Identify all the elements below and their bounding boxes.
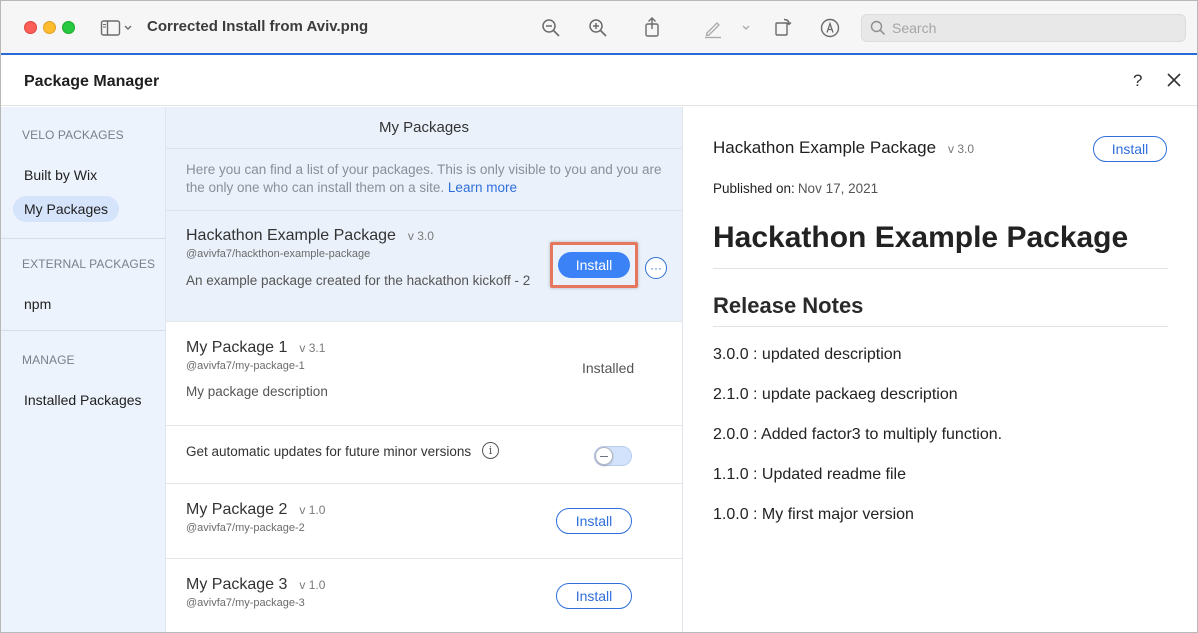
share-icon[interactable] [642, 16, 662, 38]
learn-more-link[interactable]: Learn more [448, 180, 517, 195]
published-info: Published on: Nov 17, 2021 [713, 181, 878, 196]
detail-install-button[interactable]: Install [1093, 136, 1167, 162]
package-list-intro: Here you can find a list of your package… [166, 149, 682, 211]
detail-package-name: Hackathon Example Package v 3.0 [713, 138, 974, 158]
install-button[interactable]: Install [556, 583, 632, 609]
release-note: 3.0.0 : updated description [713, 346, 902, 363]
release-notes-heading: Release Notes [713, 293, 864, 318]
package-version: v 3.0 [407, 229, 434, 243]
toggle-knob [595, 447, 613, 465]
release-note: 2.0.0 : Added factor3 to multiply functi… [713, 426, 1003, 443]
package-name-text: My Package 2 [186, 501, 288, 518]
markup-pen-icon[interactable] [702, 17, 724, 39]
rotate-icon[interactable] [772, 16, 794, 38]
package-row-my-package-3[interactable]: My Package 3v 1.0 @avivfa7/my-package-3 … [166, 559, 682, 632]
package-name-text: My Package 1 [186, 339, 288, 356]
window-toolbar: Corrected Install from Aviv.png Search [1, 1, 1197, 55]
release-note: 1.1.0 : Updated readme file [713, 466, 907, 483]
package-name: My Package 2 v 1.0 [186, 501, 325, 519]
package-id: @avivfa7/my-package-1 [186, 360, 305, 372]
package-detail-panel: Hackathon Example Package v 3.0 Install P… [684, 107, 1197, 632]
package-name-text: My Package 3 [186, 576, 288, 593]
package-id: @avivfa7/my-package-3 [186, 597, 305, 609]
sidebar-item-npm[interactable]: npm [13, 291, 62, 317]
close-icon[interactable] [1165, 71, 1183, 89]
intro-text: Here you can find a list of your package… [186, 162, 662, 195]
release-note: 2.1.0 : update packaeg description [713, 386, 958, 403]
package-id: @avivfa7/my-package-2 [186, 522, 305, 534]
package-version: v 1.0 [299, 503, 326, 517]
detail-title: Hackathon Example Package [713, 221, 1129, 254]
sidebar: VELO PACKAGES Built by Wix My Packages E… [1, 107, 166, 632]
search-icon [870, 20, 886, 36]
sidebar-divider [1, 330, 165, 331]
markup-toolbar-icon[interactable] [819, 17, 841, 39]
package-version: v 1.0 [299, 578, 326, 592]
sidebar-section-external-packages: EXTERNAL PACKAGES [22, 257, 156, 271]
package-name: Hackathon Example Package v 3.0 [186, 227, 434, 245]
package-row-my-package-2[interactable]: My Package 2v 1.0 @avivfa7/my-package-2 … [166, 484, 682, 559]
package-description: An example package created for the hacka… [186, 273, 531, 288]
close-window-button[interactable] [24, 21, 37, 34]
sidebar-item-built-by-wix[interactable]: Built by Wix [13, 162, 108, 188]
document-title: Corrected Install from Aviv.png [147, 18, 369, 35]
published-date: Nov 17, 2021 [797, 181, 879, 196]
search-field[interactable]: Search [861, 14, 1186, 42]
panel-title: Package Manager [24, 73, 160, 90]
package-name-text: Hackathon Example Package [186, 227, 396, 244]
package-name: My Package 1 v 3.1 [186, 339, 325, 357]
auto-update-row: Get automatic updates for future minor v… [166, 426, 682, 484]
auto-update-toggle[interactable] [594, 446, 632, 466]
zoom-window-button[interactable] [62, 21, 75, 34]
sidebar-section-manage: MANAGE [22, 353, 75, 367]
search-placeholder: Search [892, 20, 937, 36]
minimize-window-button[interactable] [43, 21, 56, 34]
package-row-hackathon[interactable]: Hackathon Example Package v 3.0 @avivfa7/… [166, 211, 682, 322]
sidebar-item-my-packages[interactable]: My Packages [13, 196, 120, 222]
preview-window: Corrected Install from Aviv.png Search P… [0, 0, 1198, 633]
divider [713, 326, 1168, 327]
package-id: @avivfa7/hackthon-example-package [186, 248, 371, 260]
sidebar-section-velo-packages: VELO PACKAGES [22, 128, 124, 142]
package-name: My Package 3 v 1.0 [186, 576, 325, 594]
install-button[interactable]: Install [558, 252, 630, 278]
release-note: 1.0.0 : My first major version [713, 506, 914, 523]
auto-update-label: Get automatic updates for future minor v… [186, 444, 472, 459]
divider [713, 268, 1168, 269]
published-label: Published on: [713, 181, 795, 196]
chevron-down-icon[interactable] [738, 20, 754, 36]
detail-name-text: Hackathon Example Package [713, 138, 937, 157]
help-button[interactable]: ? [1133, 71, 1142, 91]
package-list-heading: My Packages [166, 107, 682, 149]
package-description: My package description [186, 384, 328, 399]
package-version: v 3.1 [299, 341, 326, 355]
package-manager-header: Package Manager ? [1, 57, 1197, 106]
package-row-my-package-1[interactable]: My Package 1v 3.1 @avivfa7/my-package-1 … [166, 322, 682, 426]
detail-version: v 3.0 [948, 142, 975, 156]
info-icon[interactable]: i [482, 442, 499, 459]
sidebar-divider [1, 238, 165, 239]
package-list-panel: My Packages Here you can find a list of … [166, 107, 683, 632]
install-button[interactable]: Install [556, 508, 632, 534]
sidebar-toggle-icon[interactable] [100, 18, 134, 38]
sidebar-item-installed-packages[interactable]: Installed Packages [13, 387, 153, 413]
zoom-out-icon[interactable] [541, 18, 561, 38]
zoom-in-icon[interactable] [588, 18, 608, 38]
installed-status: Installed [582, 360, 635, 376]
more-options-button[interactable]: ··· [645, 257, 667, 279]
